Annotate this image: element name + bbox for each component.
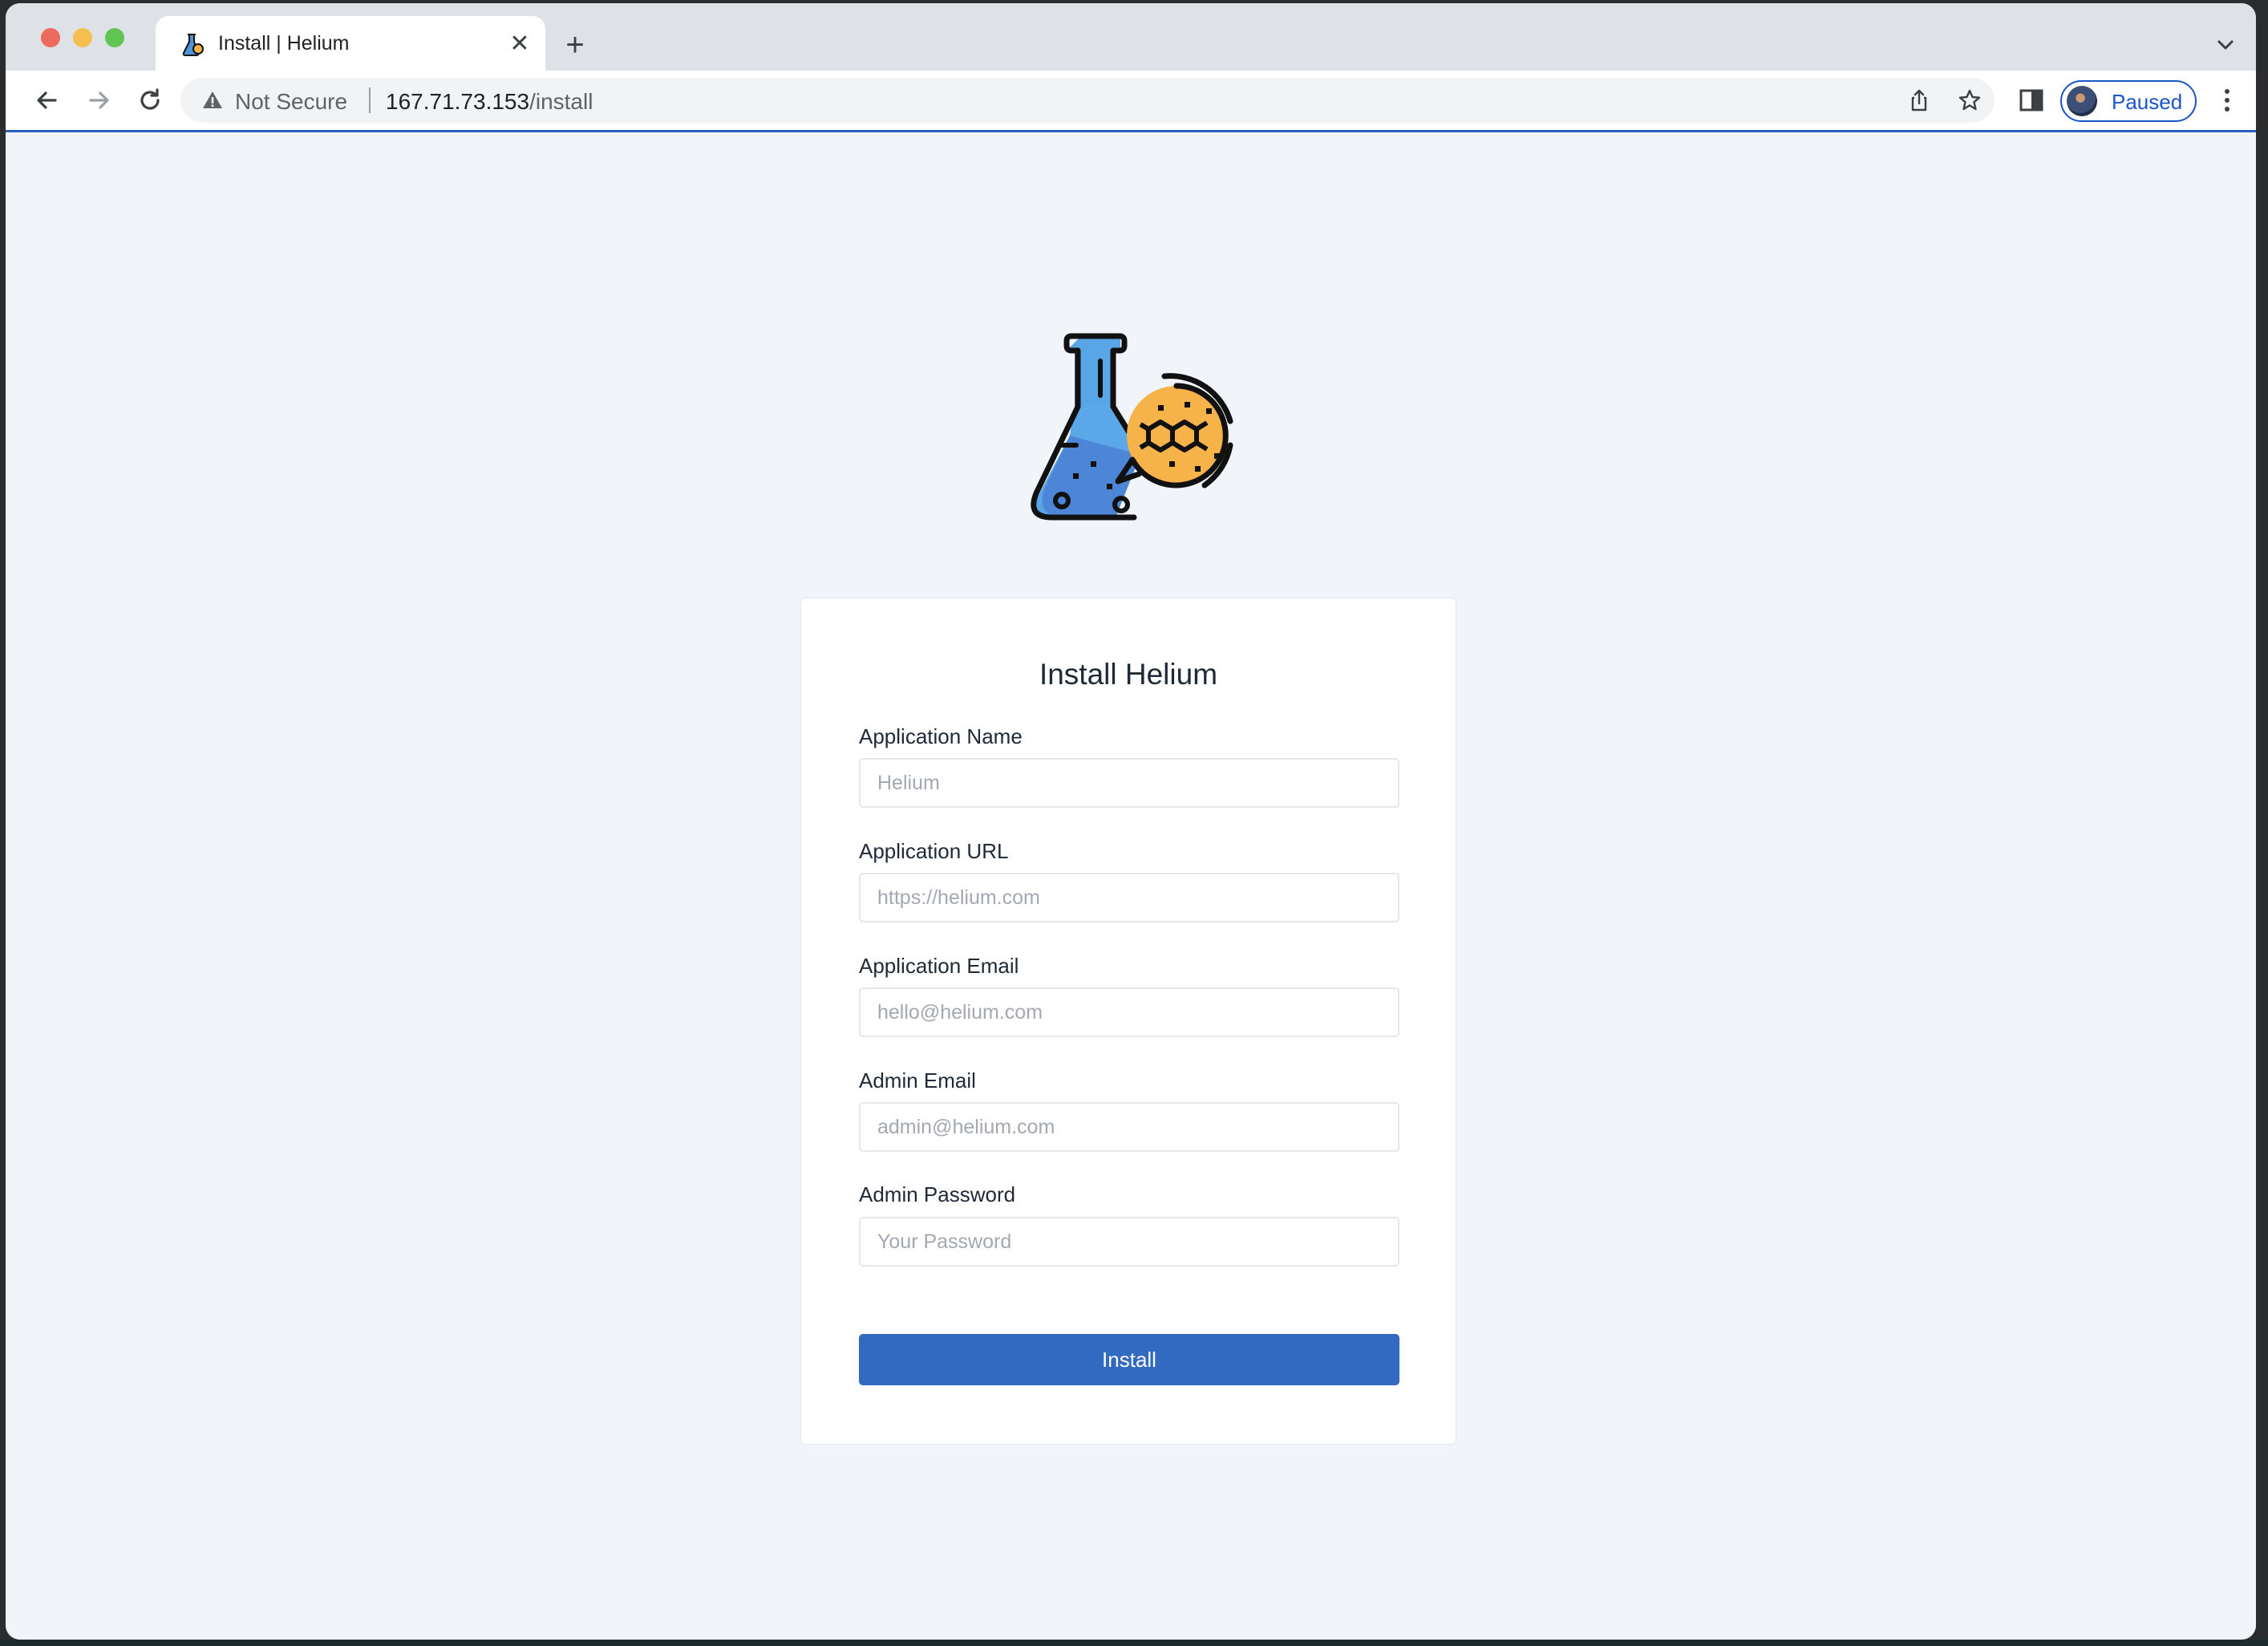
tab-strip: Install | Helium ✕ +	[6, 3, 2256, 71]
flask-molecule-icon	[1031, 333, 1233, 521]
application-email-input[interactable]	[859, 987, 1399, 1037]
reload-icon[interactable]	[134, 84, 166, 116]
application-url-input[interactable]	[859, 873, 1399, 922]
tab-install-helium[interactable]: Install | Helium ✕	[156, 16, 545, 71]
forward-arrow-icon[interactable]	[83, 84, 115, 116]
url-host: 167.71.73.153	[386, 89, 530, 114]
application-name-label: Application Name	[859, 724, 1023, 748]
admin-email-label: Admin Email	[859, 1068, 976, 1093]
back-arrow-icon[interactable]	[31, 84, 63, 116]
install-form-card: Install Helium Application Name Applicat…	[800, 598, 1456, 1445]
application-url-label: Application URL	[859, 839, 1009, 863]
avatar	[2067, 86, 2097, 116]
zoom-window-button[interactable]	[105, 28, 124, 47]
page-content: Install Helium Application Name Applicat…	[6, 132, 2256, 1640]
application-name-input[interactable]	[859, 758, 1399, 808]
profile-status: Paused	[2112, 90, 2183, 114]
new-tab-button[interactable]: +	[559, 29, 591, 61]
omnibox-divider	[369, 87, 371, 113]
admin-password-label: Admin Password	[859, 1182, 1016, 1206]
tab-title: Install | Helium	[218, 32, 350, 55]
url-path: /install	[529, 89, 593, 114]
warning-icon[interactable]	[201, 89, 224, 111]
application-email-label: Application Email	[859, 954, 1019, 978]
flask-icon	[182, 34, 204, 56]
share-icon[interactable]	[1907, 88, 1931, 112]
form-title: Install Helium	[1039, 658, 1218, 691]
admin-email-input[interactable]	[859, 1102, 1399, 1152]
address-bar[interactable]: Not Secure 167.71.73.153/install	[180, 78, 1995, 123]
bookmark-star-icon[interactable]	[1958, 88, 1982, 112]
minimize-window-button[interactable]	[73, 28, 92, 47]
url-text[interactable]: 167.71.73.153/install	[386, 89, 593, 115]
tab-search-chevron-icon[interactable]	[2213, 32, 2238, 58]
not-secure-label[interactable]: Not Secure	[235, 89, 347, 115]
browser-window: Install | Helium ✕ + Not Secure 167.71.7…	[6, 3, 2256, 1640]
admin-password-input[interactable]	[859, 1217, 1399, 1267]
tab-close-button[interactable]: ✕	[505, 30, 534, 59]
desktop-background-strip	[0, 1640, 2268, 1646]
close-window-button[interactable]	[41, 28, 60, 47]
profile-button[interactable]: Paused	[2060, 80, 2197, 122]
side-panel-icon[interactable]	[2017, 86, 2046, 115]
install-button[interactable]: Install	[859, 1334, 1399, 1385]
more-menu-icon[interactable]	[2219, 84, 2235, 116]
browser-toolbar: Not Secure 167.71.73.153/install Paused	[6, 71, 2256, 132]
